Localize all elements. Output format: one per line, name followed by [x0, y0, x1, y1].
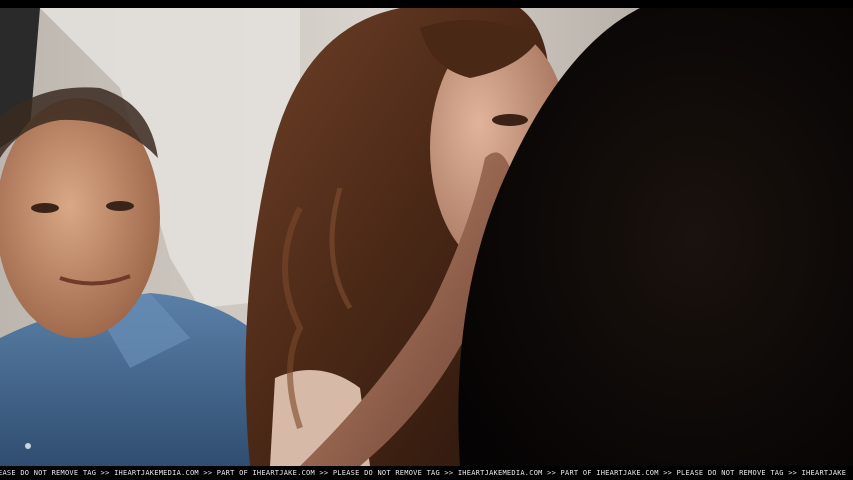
watermark-text: EASE DO NOT REMOVE TAG >> IHEARTJAKEMEDI… — [0, 469, 847, 477]
film-still — [0, 8, 853, 466]
shirt-button — [25, 443, 31, 449]
man-eye-right — [106, 201, 134, 211]
watermark-tag: EASE DO NOT REMOVE TAG >> IHEARTJAKEMEDI… — [0, 467, 853, 480]
woman-eye — [492, 114, 528, 126]
man-eye-left — [31, 203, 59, 213]
video-frame: EASE DO NOT REMOVE TAG >> IHEARTJAKEMEDI… — [0, 0, 853, 480]
